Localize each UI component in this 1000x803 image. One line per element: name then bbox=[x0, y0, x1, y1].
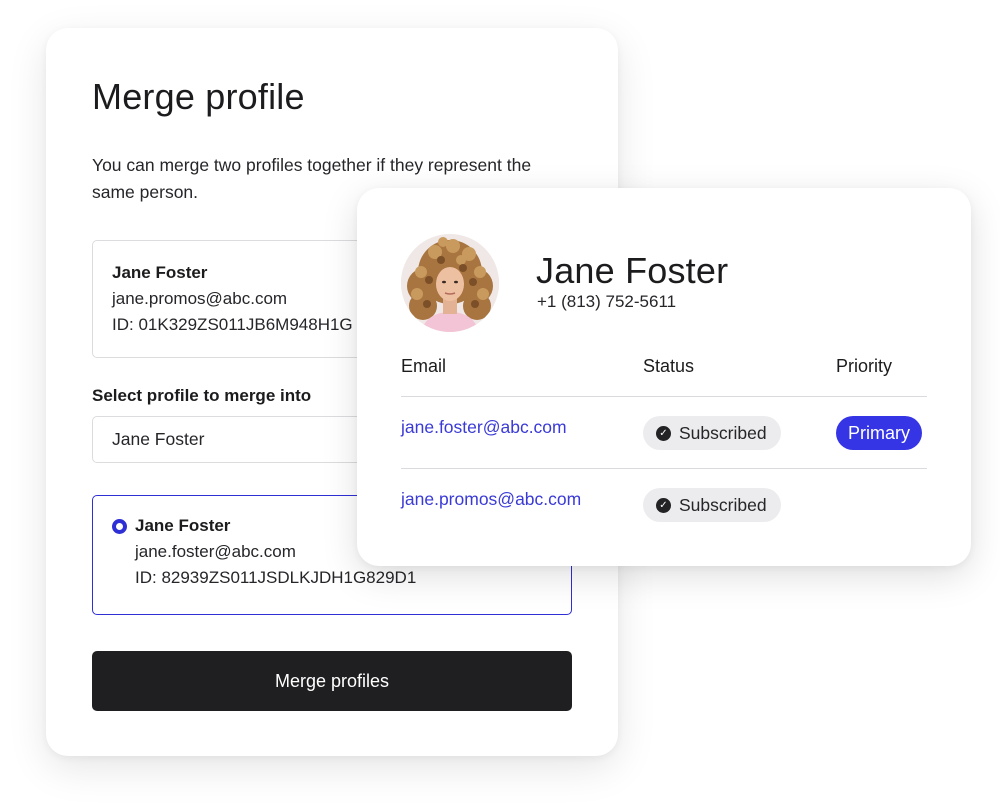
merge-profiles-button[interactable]: Merge profiles bbox=[92, 651, 572, 711]
header-divider bbox=[401, 396, 927, 397]
contact-name: Jane Foster bbox=[536, 250, 729, 291]
contact-phone: +1 (813) 752-5611 bbox=[537, 292, 677, 311]
status-badge: ✓ Subscribed bbox=[643, 416, 781, 450]
column-header-priority: Priority bbox=[836, 356, 893, 376]
radio-selected-icon[interactable] bbox=[112, 519, 127, 534]
column-header-status: Status bbox=[643, 356, 695, 376]
email-link[interactable]: jane.foster@abc.com bbox=[401, 417, 567, 438]
profile-photo-icon bbox=[401, 234, 499, 332]
status-badge: ✓ Subscribed bbox=[643, 488, 781, 522]
contact-detail-card: Jane Foster +1 (813) 752-5611 Email Stat… bbox=[357, 188, 971, 566]
row-divider bbox=[401, 468, 927, 469]
status-label: Subscribed bbox=[679, 494, 767, 515]
target-profile-id: ID: 82939ZS011JSDLKJDH1G829D1 bbox=[135, 568, 417, 587]
panel-title: Merge profile bbox=[92, 76, 305, 117]
priority-badge: Primary bbox=[836, 416, 922, 450]
check-circle-icon: ✓ bbox=[656, 497, 671, 513]
check-circle-icon: ✓ bbox=[656, 425, 671, 441]
avatar bbox=[401, 234, 499, 332]
select-profile-label: Select profile to merge into bbox=[92, 386, 312, 405]
email-link[interactable]: jane.promos@abc.com bbox=[401, 489, 581, 510]
column-header-email: Email bbox=[401, 356, 447, 376]
status-label: Subscribed bbox=[679, 422, 767, 443]
